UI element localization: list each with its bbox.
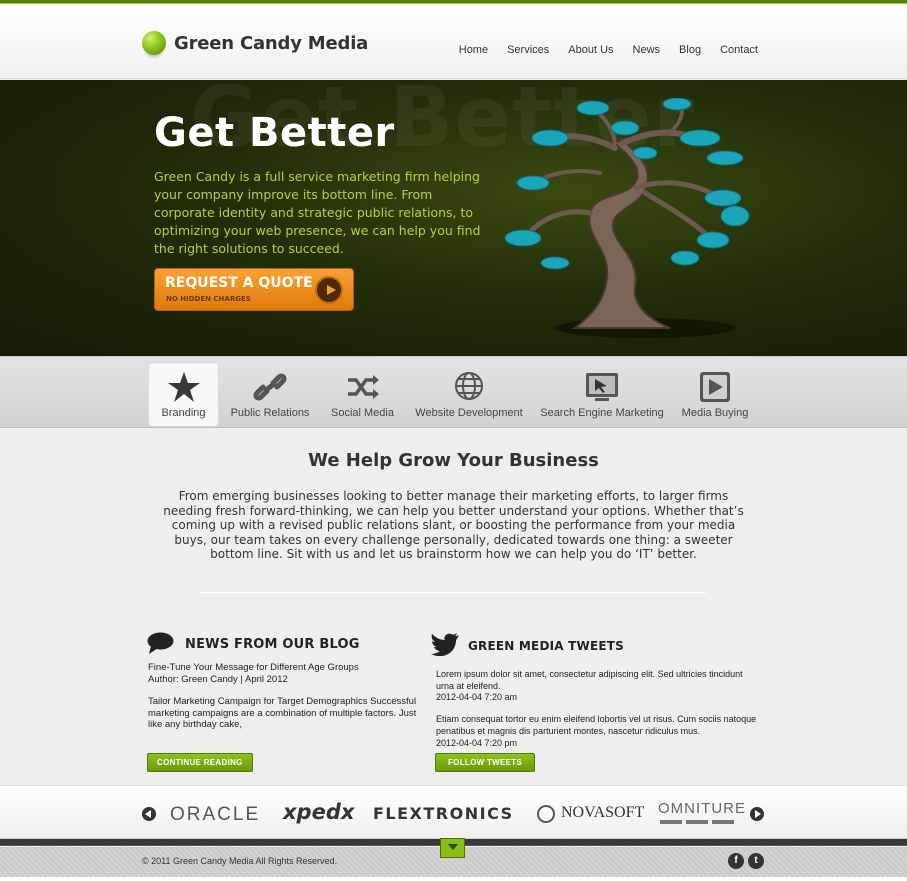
bonsai-tree-illustration (504, 98, 750, 338)
continue-reading-button[interactable]: CONTINUE READING (147, 753, 253, 772)
site-header: Green Candy Media Home Services About Us… (0, 5, 907, 79)
blog-post-title[interactable]: Fine-Tune Your Message for Different Age… (148, 662, 418, 674)
tweet-time: 2012-04-04 7:20 am (436, 692, 518, 702)
globe-icon (455, 372, 483, 400)
service-label: Media Buying (681, 407, 749, 419)
client-logo-oracle: ORACLE (170, 804, 261, 825)
blog-post-excerpt: Tailor Marketing Campaign for Target Dem… (148, 696, 417, 730)
request-quote-label: REQUEST A QUOTE (165, 275, 313, 291)
footer-bottom-edge (0, 877, 907, 881)
no-hidden-charges-label: NO HIDDEN CHARGES (166, 295, 251, 303)
request-quote-button[interactable]: REQUEST A QUOTE NO HIDDEN CHARGES (154, 268, 354, 311)
hero-title: Get Better (154, 110, 395, 156)
service-label: Search Engine Marketing (540, 407, 664, 419)
client-logo-novasoft: NOVASOFT (561, 804, 645, 821)
divider (200, 592, 706, 593)
service-label: Social Media (331, 407, 394, 419)
play-icon (700, 372, 730, 402)
monitor-icon (586, 373, 618, 401)
facebook-icon[interactable]: f (728, 853, 744, 869)
candy-ball-icon (142, 31, 166, 55)
service-public-relations[interactable]: Public Relations (229, 363, 311, 426)
copyright-text: © 2011 Green Candy Media All Rights Rese… (142, 856, 338, 866)
section-title: We Help Grow Your Business (308, 450, 599, 471)
main-nav: Home Services About Us News Blog Contact (459, 44, 758, 56)
hero-banner: Get Better Get Better Green Candy is a f… (0, 80, 907, 356)
tweet-text: Lorem ipsum dolor sit amet, consectetur … (436, 669, 743, 691)
follow-tweets-button[interactable]: FOLLOW TWEETS (435, 753, 536, 772)
twitter-bird-icon (431, 633, 459, 656)
nav-news[interactable]: News (633, 44, 661, 56)
section-description: From emerging businesses looking to bett… (163, 489, 744, 561)
brand-name: Green Candy Media (174, 32, 369, 54)
tweets-heading: GREEN MEDIA TWEETS (468, 639, 624, 653)
shuffle-icon (347, 375, 379, 399)
blog-post-meta: Author: Green Candy | April 2012 (148, 674, 288, 685)
carousel-prev-icon[interactable] (142, 807, 156, 821)
nav-about-us[interactable]: About Us (568, 44, 613, 56)
novasoft-emblem-icon (537, 805, 555, 823)
service-label: Public Relations (230, 407, 310, 419)
service-media-buying[interactable]: Media Buying (680, 363, 750, 426)
clients-carousel: ORACLE xpedx FLEXTRONICS NOVASOFT OMNITU… (0, 785, 907, 839)
omniture-bars-icon (660, 820, 734, 824)
play-arrow-icon (315, 276, 343, 304)
link-icon (253, 373, 287, 401)
twitter-icon[interactable]: t (748, 853, 764, 869)
service-label: Branding (161, 407, 206, 419)
nav-home[interactable]: Home (459, 44, 488, 56)
star-icon (167, 372, 200, 402)
nav-services[interactable]: Services (507, 44, 549, 56)
client-logo-flextronics: FLEXTRONICS (373, 804, 514, 823)
scroll-down-icon[interactable] (440, 838, 465, 858)
nav-contact[interactable]: Contact (720, 44, 758, 56)
nav-blog[interactable]: Blog (679, 44, 701, 56)
hero-description: Green Candy is a full service marketing … (154, 169, 481, 256)
top-accent-stripe (0, 0, 907, 4)
service-branding[interactable]: Branding (149, 363, 218, 426)
client-logo-xpedx: xpedx (283, 800, 355, 824)
blog-heading: NEWS FROM OUR BLOG (185, 637, 360, 652)
service-social-media[interactable]: Social Media (330, 363, 395, 426)
service-label: Website Development (415, 407, 523, 419)
client-logo-omniture: OMNITURE (658, 800, 746, 817)
speech-bubble-icon (147, 632, 174, 654)
tweet-text: Etiam consequat tortor eu enim eleifend … (436, 714, 757, 736)
service-website-development[interactable]: Website Development (414, 363, 524, 426)
tweet-time: 2012-04-04 7:20 pm (436, 738, 518, 748)
service-search-engine-marketing[interactable]: Search Engine Marketing (540, 363, 664, 426)
logo[interactable]: Green Candy Media (142, 31, 368, 55)
services-bar: Branding Public Relations Social Media W… (0, 356, 907, 428)
carousel-next-icon[interactable] (750, 807, 764, 821)
